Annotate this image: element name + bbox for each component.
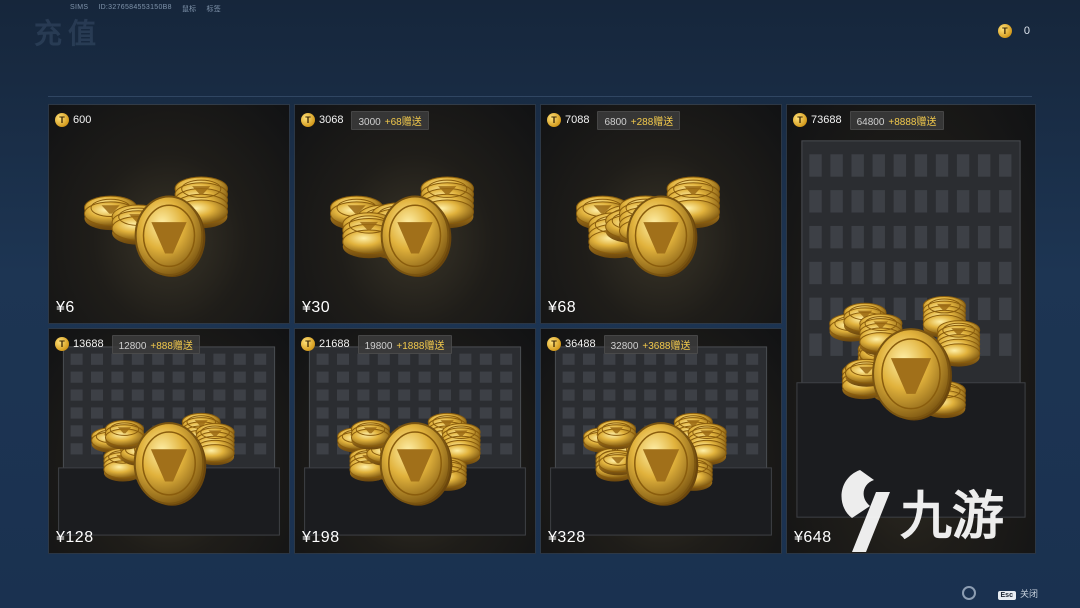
extra-label-1: 鼠标 — [181, 6, 197, 13]
divider — [48, 96, 1032, 97]
base-amount: 64800 — [856, 116, 885, 128]
base-amount: 12800 — [118, 340, 147, 352]
currency-pack-card[interactable]: T 600 ¥6 — [48, 104, 290, 324]
base-amount: 32800 — [610, 340, 639, 352]
bottom-bar: Esc 关闭 — [961, 586, 1038, 600]
pack-amount-tag: T 600 — [55, 112, 91, 128]
bonus-amount: +288赠送 — [630, 116, 674, 128]
bonus-badge: 12800 +888赠送 — [111, 334, 200, 354]
close-label: 关闭 — [1019, 588, 1038, 599]
pack-amount-tag: T 21688 19800 +1888赠送 — [301, 334, 452, 354]
coin-pile-image — [304, 346, 526, 536]
pack-amount: 600 — [73, 114, 92, 126]
pack-amount-tag: T 7088 6800 +288赠送 — [547, 110, 681, 130]
bonus-amount: +8888赠送 — [888, 116, 937, 128]
extra-label-2: 标签 — [206, 6, 222, 13]
coin-icon: T — [997, 24, 1012, 38]
pack-price: ¥198 — [302, 529, 340, 546]
pack-amount: 7088 — [565, 114, 590, 126]
coin-pile-image — [329, 176, 474, 278]
bonus-amount: +3688赠送 — [642, 340, 691, 352]
pack-amount: 21688 — [319, 338, 350, 350]
currency-pack-card[interactable]: T 73688 64800 +8888赠送 ¥648 — [786, 104, 1036, 554]
currency-balance: T 0 — [997, 24, 1030, 38]
coin-pile-image — [796, 140, 1026, 518]
pack-amount: 3068 — [319, 114, 344, 126]
pack-amount-tag: T 36488 32800 +3688赠送 — [547, 334, 698, 354]
bonus-badge: 6800 +288赠送 — [597, 110, 681, 130]
currency-pack-card[interactable]: T 21688 19800 +1888赠送 ¥198 — [294, 328, 536, 554]
bonus-amount: +888赠送 — [150, 340, 193, 352]
bonus-amount: +68赠送 — [384, 116, 422, 128]
coin-icon: T — [547, 337, 561, 351]
pack-price: ¥128 — [56, 529, 94, 546]
pack-price: ¥6 — [56, 299, 75, 316]
coin-icon: T — [301, 113, 315, 127]
pack-amount: 36488 — [565, 338, 596, 350]
coin-pile-image — [58, 346, 280, 536]
coin-icon: T — [55, 113, 69, 127]
pack-price: ¥648 — [794, 529, 832, 546]
bonus-badge: 19800 +1888赠送 — [357, 334, 452, 354]
esc-key-icon: Esc — [997, 590, 1016, 600]
pack-price: ¥328 — [548, 529, 586, 546]
page-title: 充值 — [34, 18, 103, 49]
balance-value: 0 — [1023, 25, 1030, 37]
pack-amount-tag: T 13688 12800 +888赠送 — [55, 334, 200, 354]
ring-icon — [961, 586, 976, 600]
close-button[interactable]: Esc 关闭 — [997, 587, 1038, 600]
pack-price: ¥30 — [302, 299, 331, 316]
pack-amount-tag: T 73688 64800 +8888赠送 — [793, 110, 944, 130]
pack-price: ¥68 — [548, 299, 577, 316]
coin-pile-image — [83, 176, 228, 278]
bonus-badge: 32800 +3688赠送 — [603, 334, 698, 354]
coin-icon: T — [793, 113, 807, 127]
coin-pile-image — [575, 176, 720, 278]
currency-pack-card[interactable]: T 7088 6800 +288赠送 ¥68 — [540, 104, 782, 324]
pack-amount: 73688 — [811, 114, 842, 126]
base-amount: 6800 — [604, 116, 627, 128]
currency-pack-card[interactable]: T 13688 12800 +888赠送 ¥128 — [48, 328, 290, 554]
coin-icon: T — [301, 337, 315, 351]
bonus-amount: +1888赠送 — [396, 340, 445, 352]
currency-pack-card[interactable]: T 3068 3000 +68赠送 ¥30 — [294, 104, 536, 324]
coin-pile-image — [550, 346, 772, 536]
pack-amount: 13688 — [73, 338, 104, 350]
pack-amount-tag: T 3068 3000 +68赠送 — [301, 110, 429, 130]
coin-icon: T — [55, 337, 69, 351]
base-amount: 19800 — [364, 340, 393, 352]
bonus-badge: 64800 +8888赠送 — [849, 110, 944, 130]
coin-icon: T — [547, 113, 561, 127]
base-amount: 3000 — [358, 116, 381, 128]
player-id: ID:3276584553150B8 — [98, 4, 172, 11]
bonus-badge: 3000 +68赠送 — [351, 110, 429, 130]
currency-pack-card[interactable]: T 36488 32800 +3688赠送 ¥328 — [540, 328, 782, 554]
